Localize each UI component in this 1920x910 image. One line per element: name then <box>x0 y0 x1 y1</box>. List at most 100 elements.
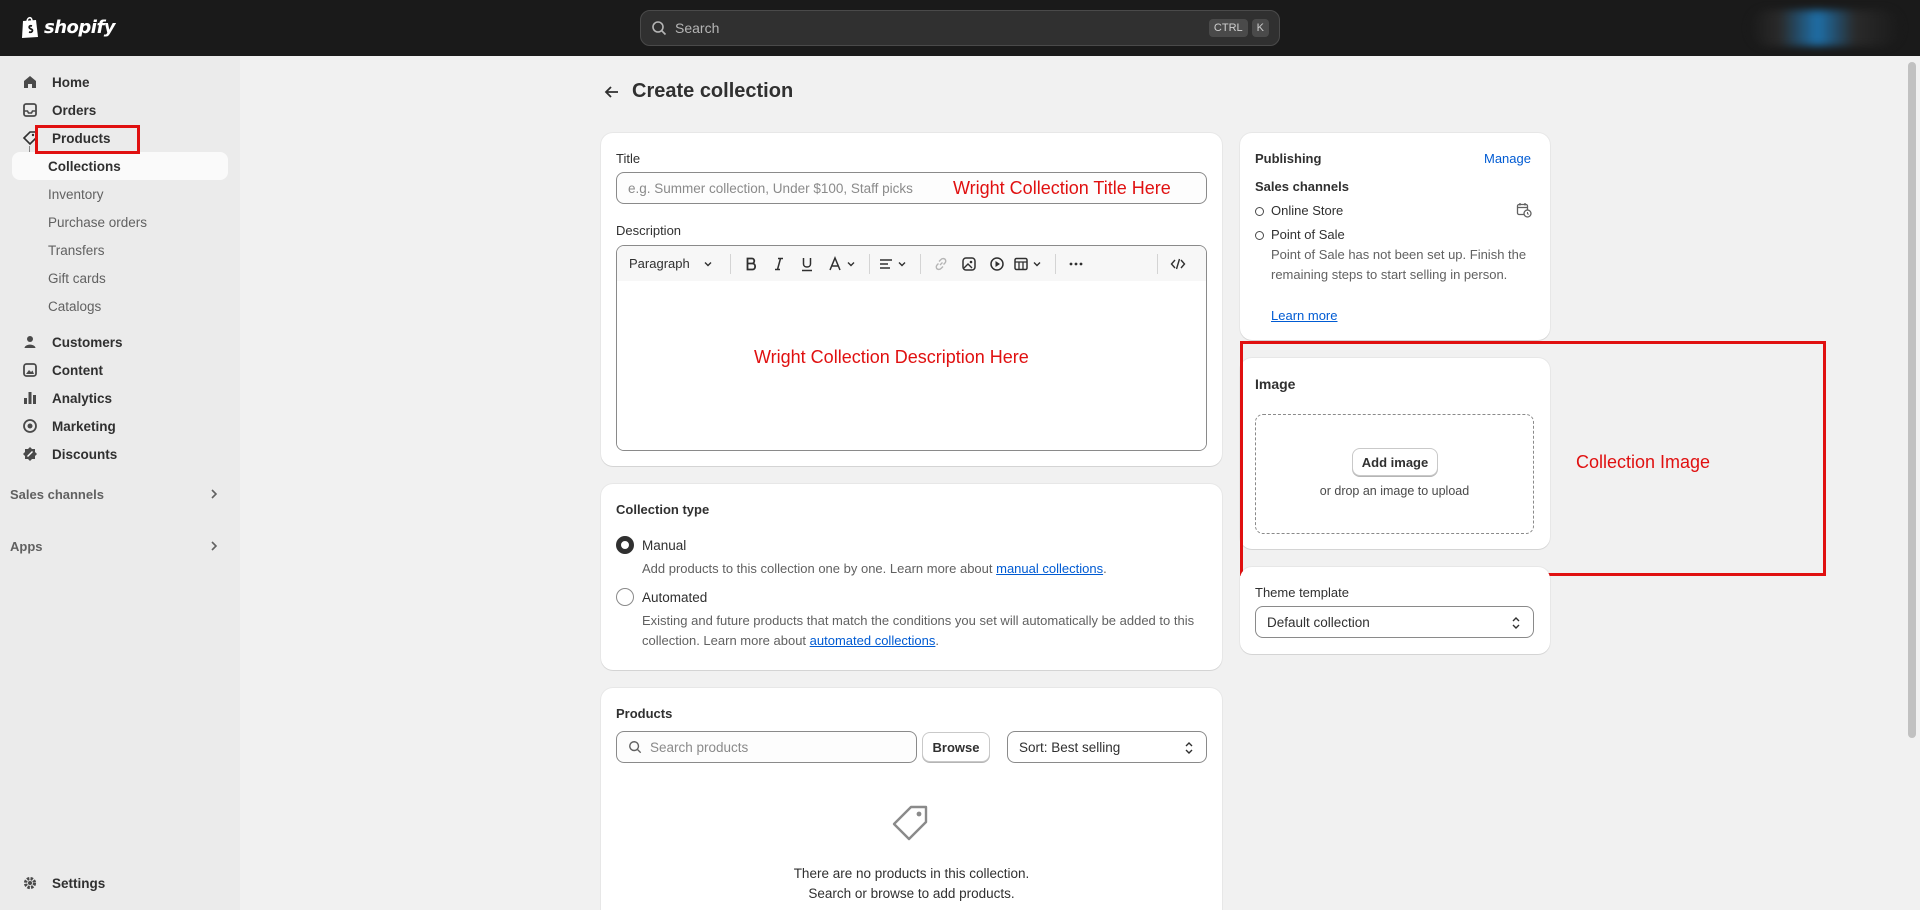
calendar-clock-icon[interactable] <box>1516 202 1532 218</box>
logo-text: shopify <box>44 16 116 38</box>
search-products-input[interactable]: Search products <box>616 731 917 763</box>
chevron-down-icon <box>704 261 712 266</box>
paragraph-format-dropdown[interactable]: Paragraph <box>629 252 714 276</box>
discount-icon <box>23 447 37 461</box>
sidebar-item-label: Transfers <box>48 242 105 258</box>
bar-chart-icon <box>24 392 36 404</box>
manage-link[interactable]: Manage <box>1484 151 1531 166</box>
title-label: Title <box>616 151 641 166</box>
html-source-button[interactable] <box>1166 252 1190 276</box>
arrow-left-icon[interactable] <box>602 82 622 102</box>
sidebar-item-label: Discounts <box>52 446 118 462</box>
manual-collections-link[interactable]: manual collections <box>996 561 1103 576</box>
insert-image-button[interactable] <box>957 252 981 276</box>
title-placeholder: e.g. Summer collection, Under $100, Staf… <box>628 180 913 196</box>
manual-radio[interactable] <box>616 536 634 554</box>
browse-button[interactable]: Browse <box>922 732 990 762</box>
manual-help-text: Add products to this collection one by o… <box>642 561 997 576</box>
sidebar-item-collections[interactable]: Collections <box>12 152 228 180</box>
online-store-status-dot <box>1255 207 1264 216</box>
code-icon <box>1170 258 1186 269</box>
chevron-down-icon <box>1033 261 1041 266</box>
sidebar-item-transfers[interactable]: Transfers <box>12 236 228 264</box>
sidebar-item-label: Home <box>52 74 90 90</box>
automated-collections-link[interactable]: automated collections <box>810 633 936 648</box>
play-circle-icon <box>989 256 1004 271</box>
target-icon <box>23 419 37 433</box>
sidebar-item-home[interactable]: Home <box>12 68 228 96</box>
select-arrows-icon <box>1185 742 1193 754</box>
content-icon <box>23 363 37 377</box>
automated-radio[interactable] <box>616 588 634 606</box>
online-store-label: Online Store <box>1271 203 1344 218</box>
sidebar-item-label: Customers <box>52 334 123 350</box>
manual-help: Add products to this collection one by o… <box>642 559 1202 579</box>
manual-label: Manual <box>642 538 687 553</box>
empty-products-line2: Search or browse to add products. <box>808 886 1015 901</box>
bold-icon <box>746 257 756 270</box>
annotation-box-image <box>1240 341 1826 576</box>
page-header: Create collection <box>602 80 793 103</box>
sidebar-item-label: Inventory <box>48 186 104 202</box>
empty-products-line1: There are no products in this collection… <box>793 866 1030 881</box>
description-annotation: Wright Collection Description Here <box>754 347 1029 367</box>
sidebar-item-content[interactable]: Content <box>12 356 228 384</box>
sort-select[interactable]: Sort: Best selling <box>1007 731 1207 763</box>
sidebar-section-sales-channels[interactable]: Sales channels <box>10 480 230 508</box>
sidebar-item-purchase-orders[interactable]: Purchase orders <box>12 208 228 236</box>
italic-icon <box>774 257 783 270</box>
learn-more-link[interactable]: Learn more <box>1271 308 1337 323</box>
sidebar-item-analytics[interactable]: Analytics <box>12 384 228 412</box>
pos-label: Point of Sale <box>1271 227 1345 242</box>
insert-table-button[interactable] <box>1013 252 1043 276</box>
editor-toolbar: Paragraph <box>617 246 1206 281</box>
products-heading: Products <box>616 706 673 721</box>
align-left-icon <box>879 258 892 269</box>
sidebar-item-catalogs[interactable]: Catalogs <box>12 292 228 320</box>
top-bar: shopify Search CTRL K <box>0 0 1920 56</box>
pos-note: Point of Sale has not been set up. Finis… <box>1271 247 1527 282</box>
sidebar-item-label: Content <box>52 362 103 378</box>
sidebar-item-discounts[interactable]: Discounts <box>12 440 228 468</box>
page-scrollbar[interactable] <box>1908 62 1916 738</box>
shortcut-key-k: K <box>1251 19 1269 37</box>
shopify-bag-icon <box>22 16 38 38</box>
home-icon <box>24 76 36 88</box>
period: . <box>935 633 940 648</box>
search-icon <box>652 21 667 36</box>
link-button[interactable] <box>929 252 953 276</box>
empty-products-tag-icon <box>892 805 928 841</box>
sidebar-item-label: Collections <box>48 158 121 174</box>
italic-button[interactable] <box>767 252 791 276</box>
bold-button[interactable] <box>739 252 763 276</box>
automated-label: Automated <box>642 590 708 605</box>
sidebar-section-apps[interactable]: Apps <box>10 532 230 560</box>
sidebar-item-orders[interactable]: Orders <box>12 96 228 124</box>
underline-button[interactable] <box>795 252 819 276</box>
chevron-down-icon <box>847 261 855 266</box>
search-icon <box>629 741 642 754</box>
sales-channels-label: Sales channels <box>1255 179 1349 194</box>
insert-video-button[interactable] <box>985 252 1009 276</box>
text-color-button[interactable] <box>827 252 857 276</box>
sidebar-item-marketing[interactable]: Marketing <box>12 412 228 440</box>
shopify-logo[interactable]: shopify <box>20 15 116 39</box>
theme-template-select[interactable]: Default collection <box>1255 606 1534 638</box>
global-search[interactable]: Search CTRL K <box>640 10 1280 46</box>
sidebar-item-settings[interactable]: Settings <box>12 869 228 897</box>
sidebar-item-gift-cards[interactable]: Gift cards <box>12 264 228 292</box>
underline-icon <box>801 257 812 271</box>
sidebar-item-inventory[interactable]: Inventory <box>12 180 228 208</box>
title-annotation: Wright Collection Title Here <box>953 178 1171 198</box>
sidebar-item-customers[interactable]: Customers <box>12 328 228 356</box>
image-icon <box>961 256 976 271</box>
link-icon <box>935 257 947 270</box>
account-menu-blurred[interactable] <box>1750 10 1900 46</box>
select-arrows-icon <box>1512 617 1520 629</box>
more-options-button[interactable] <box>1064 252 1088 276</box>
sidebar-item-label: Settings <box>52 875 106 891</box>
text-color-icon <box>829 255 841 270</box>
align-button[interactable] <box>878 252 908 276</box>
search-placeholder: Search <box>675 20 720 36</box>
chevron-down-icon <box>898 261 906 266</box>
